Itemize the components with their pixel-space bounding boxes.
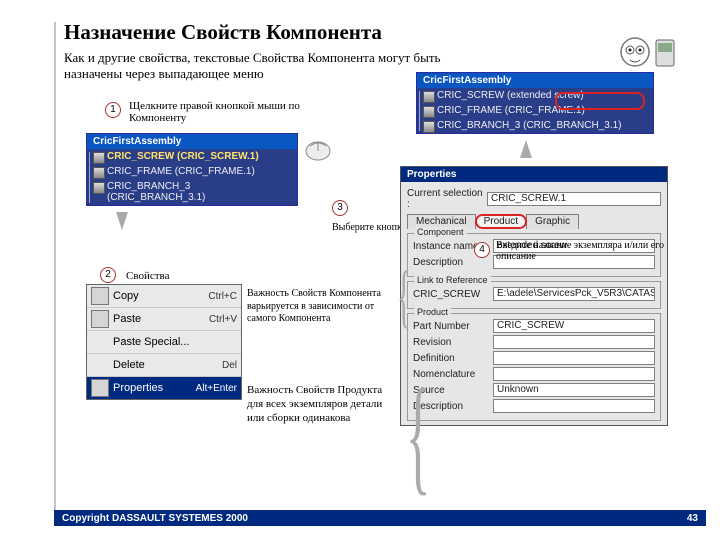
page-title: Назначение Свойств Компонента	[64, 20, 382, 45]
tree-root[interactable]: CricFirstAssembly	[417, 73, 653, 88]
mouse-icon	[300, 136, 336, 164]
brace-icon: {	[406, 370, 431, 500]
assembly-tree-before: CricFirstAssembly CRIC_SCREW (CRIC_SCREW…	[86, 133, 298, 206]
tree-node[interactable]: CRIC_SCREW (CRIC_SCREW.1)	[87, 149, 297, 164]
intro-text: Как и другие свойства, текстовые Свойств…	[64, 50, 444, 81]
tab-product[interactable]: Product	[475, 214, 527, 229]
note-component: Важность Свойств Компонента варьируется …	[247, 288, 387, 326]
copyright: Copyright DASSAULT SYSTEMES 2000	[62, 513, 248, 524]
tree-node[interactable]: CRIC_FRAME (CRIC_FRAME.1)	[417, 103, 653, 118]
left-margin	[54, 22, 56, 526]
footer: Copyright DASSAULT SYSTEMES 2000 43	[54, 510, 706, 526]
group-product: Product Part NumberCRIC_SCREW Revision D…	[407, 313, 661, 421]
tree-node[interactable]: CRIC_BRANCH_3 (CRIC_BRANCH_3.1)	[417, 118, 653, 133]
menu-item-delete[interactable]: DeleteDel	[87, 354, 241, 377]
assembly-tree-after: CricFirstAssembly CRIC_SCREW (extended s…	[416, 72, 654, 134]
properties-dialog: Properties Current selection :CRIC_SCREW…	[400, 166, 668, 426]
nomenclature-field[interactable]	[493, 367, 655, 381]
mascot-illustration	[610, 30, 680, 74]
paste-icon	[91, 310, 109, 328]
menu-item-properties[interactable]: PropertiesAlt+Enter	[87, 377, 241, 399]
context-menu: CopyCtrl+C PasteCtrl+V Paste Special... …	[86, 284, 242, 400]
link-path-field: E:\adele\ServicesPck_V5R3\CATASMSkillets	[493, 287, 655, 301]
page-number: 43	[687, 513, 698, 524]
step-4-badge: 4	[474, 242, 490, 258]
tree-root[interactable]: CricFirstAssembly	[87, 134, 297, 149]
source-field[interactable]: Unknown	[493, 383, 655, 397]
step-2: 2 Свойства	[100, 266, 169, 284]
dialog-title: Properties	[401, 167, 667, 182]
product-desc-field[interactable]	[493, 399, 655, 413]
menu-item-paste-special[interactable]: Paste Special...	[87, 331, 241, 354]
tree-node[interactable]: CRIC_SCREW (extended screw)	[417, 88, 653, 103]
current-selection-field[interactable]: CRIC_SCREW.1	[487, 192, 661, 206]
step-4-text: Введите название экземпляра и/или его оп…	[496, 240, 686, 262]
brace-icon: {	[397, 262, 410, 332]
note-product: Важность Свойств Продукта для всех экзем…	[247, 384, 387, 425]
arrow-up-icon	[520, 140, 532, 158]
revision-label: Revision	[413, 337, 493, 348]
step-1: 1 Щелкните правой кнопкой мыши по Компон…	[105, 100, 329, 124]
properties-icon	[91, 379, 109, 397]
tree-node[interactable]: CRIC_BRANCH_3 (CRIC_BRANCH_3.1)	[87, 179, 297, 205]
menu-item-paste[interactable]: PasteCtrl+V	[87, 308, 241, 331]
step-2-badge: 2	[100, 267, 116, 283]
step-4: 4 Введите название экземпляра и/или его …	[474, 240, 686, 262]
group-link: Link to Reference CRIC_SCREWE:\adele\Ser…	[407, 281, 661, 309]
link-id-label: CRIC_SCREW	[413, 289, 493, 300]
step-3-badge: 3	[332, 200, 348, 216]
tree-node[interactable]: CRIC_FRAME (CRIC_FRAME.1)	[87, 164, 297, 179]
revision-field[interactable]	[493, 335, 655, 349]
definition-label: Definition	[413, 353, 493, 364]
menu-item-copy[interactable]: CopyCtrl+C	[87, 285, 241, 308]
part-number-field[interactable]: CRIC_SCREW	[493, 319, 655, 333]
copy-icon	[91, 287, 109, 305]
step-2-text: Свойства	[126, 270, 169, 282]
definition-field[interactable]	[493, 351, 655, 365]
step-1-text: Щелкните правой кнопкой мыши по Компонен…	[129, 100, 329, 124]
step-1-badge: 1	[105, 102, 121, 118]
part-number-label: Part Number	[413, 321, 493, 332]
current-selection-label: Current selection :	[407, 188, 487, 210]
arrow-down-icon	[116, 212, 128, 230]
tab-graphic[interactable]: Graphic	[526, 214, 579, 229]
